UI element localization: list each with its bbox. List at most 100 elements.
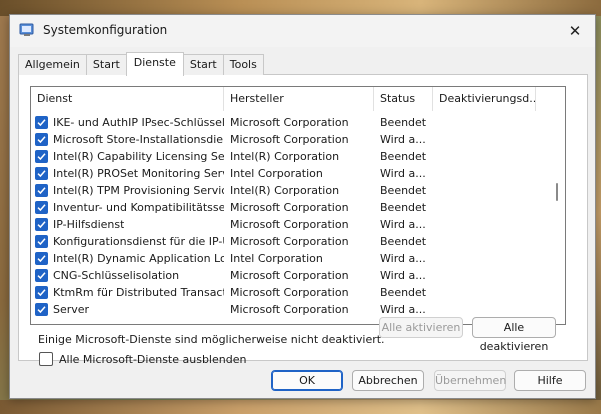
tab-start[interactable]: Start <box>85 54 127 75</box>
table-row[interactable]: Inventur- und Kompatibilitätssen... Micro… <box>31 199 550 216</box>
table-row[interactable]: IP-Hilfsdienst Microsoft Corporation Wird … <box>31 216 550 233</box>
table-row[interactable]: Intel(R) Capability Licensing Ser... Inte… <box>31 148 550 165</box>
table-row[interactable]: Intel(R) TPM Provisioning Service Intel(R… <box>31 182 550 199</box>
hide-microsoft-services-checkbox[interactable]: Alle Microsoft-Dienste ausblenden <box>39 352 246 366</box>
table-row[interactable]: Microsoft Store-Installationsdienst Micro… <box>31 131 550 148</box>
service-disabled-date <box>433 131 536 148</box>
service-disabled-date <box>433 199 536 216</box>
desktop-wallpaper-bottom <box>0 400 601 414</box>
table-row[interactable]: Intel(R) PROSet Monitoring Service Intel … <box>31 165 550 182</box>
tab-dienste[interactable]: Dienste <box>125 52 184 76</box>
service-name-cell: Inventur- und Kompatibilitätssen... <box>31 199 224 216</box>
service-vendor: Microsoft Corporation <box>230 133 349 146</box>
service-checkbox[interactable] <box>35 116 48 129</box>
service-vendor: Microsoft Corporation <box>230 303 349 316</box>
table-row[interactable]: CNG-Schlüsselisolation Microsoft Corporat… <box>31 267 550 284</box>
table-row[interactable]: Intel(R) Dynamic Application Loa... Intel… <box>31 250 550 267</box>
table-row[interactable]: IKE- und AuthIP IPsec-Schlüssel... Micros… <box>31 114 550 131</box>
service-checkbox[interactable] <box>35 286 48 299</box>
system-configuration-window: Systemkonfiguration ✕ Allgemein Start Di… <box>9 14 596 399</box>
service-name: IKE- und AuthIP IPsec-Schlüssel... <box>53 116 224 129</box>
service-vendor: Intel Corporation <box>230 252 323 265</box>
services-list[interactable]: Dienst Hersteller Status Deaktivierungsd… <box>30 86 566 325</box>
column-header-deaktivierungsdatum[interactable]: Deaktivierungsd... <box>433 87 536 111</box>
service-name-cell: CNG-Schlüsselisolation <box>31 267 224 284</box>
service-name-cell: Intel(R) Dynamic Application Loa... <box>31 250 224 267</box>
ok-button[interactable]: OK <box>271 370 343 391</box>
service-vendor: Microsoft Corporation <box>230 235 349 248</box>
checkmark-icon <box>37 221 46 229</box>
service-name: Server <box>53 303 90 316</box>
service-checkbox[interactable] <box>35 269 48 282</box>
service-disabled-date <box>433 233 536 250</box>
service-checkbox[interactable] <box>35 201 48 214</box>
column-header-status[interactable]: Status <box>374 87 433 111</box>
service-vendor: Microsoft Corporation <box>230 269 349 282</box>
service-name: Inventur- und Kompatibilitätssen... <box>53 201 224 214</box>
service-vendor: Microsoft Corporation <box>230 218 349 231</box>
vertical-scrollbar[interactable] <box>550 111 565 324</box>
service-vendor: Intel(R) Corporation <box>230 184 340 197</box>
service-disabled-date <box>433 267 536 284</box>
service-name: KtmRm für Distributed Transacti... <box>53 286 224 299</box>
scrollbar-thumb[interactable] <box>556 183 558 201</box>
service-name: Microsoft Store-Installationsdienst <box>53 133 224 146</box>
close-button[interactable]: ✕ <box>555 15 595 47</box>
column-header-hersteller[interactable]: Hersteller <box>224 87 374 111</box>
table-row[interactable]: Server Microsoft Corporation Wird a... <box>31 301 550 318</box>
service-checkbox[interactable] <box>35 150 48 163</box>
service-disabled-date <box>433 250 536 267</box>
service-checkbox[interactable] <box>35 303 48 316</box>
service-name-cell: Intel(R) PROSet Monitoring Service <box>31 165 224 182</box>
service-status: Beendet <box>380 201 427 214</box>
service-status: Wird a... <box>380 303 426 316</box>
service-status: Beendet <box>380 116 427 129</box>
service-name-cell: IKE- und AuthIP IPsec-Schlüssel... <box>31 114 224 131</box>
service-name-cell: IP-Hilfsdienst <box>31 216 224 233</box>
service-disabled-date <box>433 301 536 318</box>
help-button[interactable]: Hilfe <box>514 370 586 391</box>
tab-allgemein[interactable]: Allgemein <box>18 54 87 75</box>
checkbox-box[interactable] <box>39 352 53 366</box>
service-status: Beendet <box>380 235 427 248</box>
service-checkbox[interactable] <box>35 184 48 197</box>
service-status: Wird a... <box>380 269 426 282</box>
service-name-cell: Server <box>31 301 224 318</box>
disable-all-button[interactable]: Alle deaktivieren <box>472 317 556 353</box>
service-name: Intel(R) Dynamic Application Loa... <box>53 252 224 265</box>
enable-all-button[interactable]: Alle aktivieren <box>379 317 463 338</box>
checkmark-icon <box>37 170 46 178</box>
service-vendor: Intel(R) Corporation <box>230 150 340 163</box>
service-name-cell: KtmRm für Distributed Transacti... <box>31 284 224 301</box>
cancel-button[interactable]: Abbrechen <box>352 370 424 391</box>
checkmark-icon <box>37 153 46 161</box>
table-row[interactable]: KtmRm für Distributed Transacti... Micros… <box>31 284 550 301</box>
table-row[interactable]: Konfigurationsdienst für die IP-Ü... Micr… <box>31 233 550 250</box>
tab-start-2[interactable]: Start <box>182 54 224 75</box>
service-checkbox[interactable] <box>35 133 48 146</box>
service-vendor: Microsoft Corporation <box>230 201 349 214</box>
apply-button[interactable]: Übernehmen <box>434 370 506 391</box>
tab-strip: Allgemein Start Dienste Start Tools <box>18 52 264 76</box>
service-checkbox[interactable] <box>35 167 48 180</box>
service-name-cell: Intel(R) Capability Licensing Ser... <box>31 148 224 165</box>
service-checkbox[interactable] <box>35 218 48 231</box>
service-disabled-date <box>433 284 536 301</box>
checkmark-icon <box>37 255 46 263</box>
title-bar[interactable]: Systemkonfiguration ✕ <box>10 15 595 47</box>
services-list-header: Dienst Hersteller Status Deaktivierungsd… <box>31 87 565 111</box>
checkmark-icon <box>37 119 46 127</box>
service-disabled-date <box>433 216 536 233</box>
close-icon: ✕ <box>568 22 582 40</box>
service-status: Wird a... <box>380 133 426 146</box>
column-header-dienst[interactable]: Dienst <box>31 87 224 111</box>
service-checkbox[interactable] <box>35 252 48 265</box>
checkmark-icon <box>37 204 46 212</box>
service-checkbox[interactable] <box>35 235 48 248</box>
service-status: Beendet <box>380 184 427 197</box>
service-name-cell: Intel(R) TPM Provisioning Service <box>31 182 224 199</box>
service-disabled-date <box>433 114 536 131</box>
service-disabled-date <box>433 165 536 182</box>
checkmark-icon <box>37 238 46 246</box>
tab-tools[interactable]: Tools <box>222 54 264 75</box>
